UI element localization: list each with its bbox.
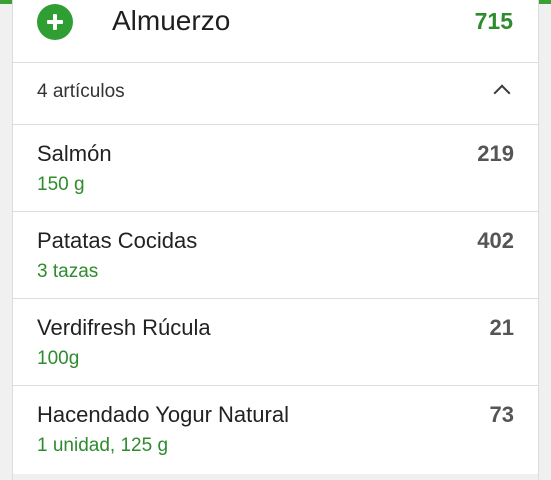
- list-item[interactable]: Hacendado Yogur Natural 1 unidad, 125 g …: [13, 386, 538, 473]
- list-item[interactable]: Salmón 150 g 219: [13, 125, 538, 212]
- item-count-row[interactable]: 4 artículos: [13, 63, 538, 124]
- food-serving: 150 g: [37, 174, 85, 195]
- list-item[interactable]: Verdifresh Rúcula 100g 21: [13, 299, 538, 386]
- food-calories: 21: [489, 315, 514, 340]
- food-calories: 73: [489, 402, 514, 427]
- list-item[interactable]: Patatas Cocidas 3 tazas 402: [13, 212, 538, 299]
- meal-card: Almuerzo 715 4 artículos Salmón 150 g 21…: [12, 0, 539, 480]
- meal-total-calories: 715: [474, 8, 513, 34]
- food-name: Patatas Cocidas: [37, 228, 198, 253]
- meal-header: Almuerzo 715: [13, 0, 538, 62]
- add-food-button[interactable]: [37, 4, 73, 40]
- bottom-edge: [13, 474, 538, 480]
- item-count-label: 4 artículos: [37, 81, 125, 102]
- chevron-up-icon[interactable]: [493, 84, 511, 102]
- meal-title: Almuerzo: [112, 5, 231, 36]
- food-calories: 402: [477, 228, 514, 253]
- food-serving: 100g: [37, 348, 80, 369]
- food-name: Salmón: [37, 141, 112, 166]
- food-serving: 3 tazas: [37, 261, 99, 282]
- food-name: Verdifresh Rúcula: [37, 315, 211, 340]
- food-calories: 219: [477, 141, 514, 166]
- food-serving: 1 unidad, 125 g: [37, 435, 169, 456]
- food-name: Hacendado Yogur Natural: [37, 402, 289, 427]
